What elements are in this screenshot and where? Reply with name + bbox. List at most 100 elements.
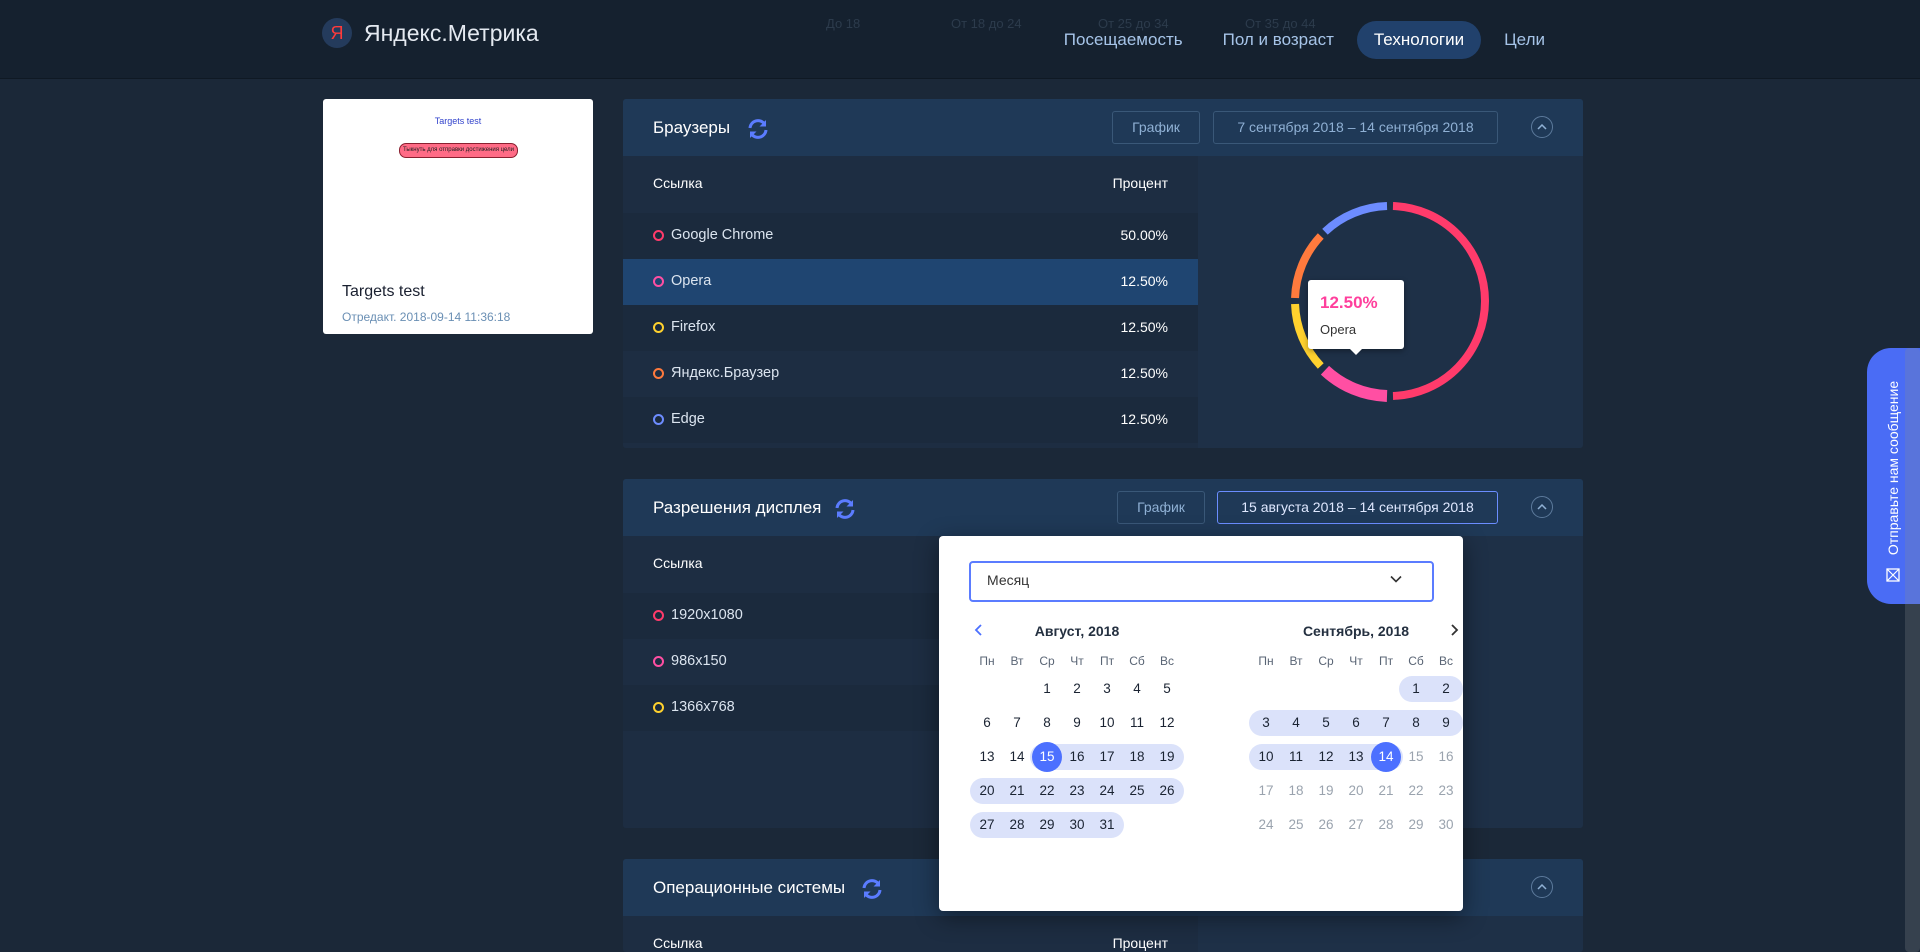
- panel-header: Браузеры График 7 сентября 2018 – 14 сен…: [623, 99, 1583, 156]
- calendar-day[interactable]: 9: [1431, 710, 1461, 736]
- calendar-day[interactable]: 7: [1371, 710, 1401, 736]
- logo[interactable]: Я Яндекс.Метрика: [322, 18, 539, 48]
- calendar-day[interactable]: 21: [1002, 778, 1032, 804]
- calendar-day[interactable]: 16: [1431, 744, 1461, 770]
- calendar-day[interactable]: 6: [972, 710, 1002, 736]
- calendar-day[interactable]: 20: [1341, 778, 1371, 804]
- calendar-day[interactable]: 8: [1032, 710, 1062, 736]
- table-row[interactable]: Яндекс.Браузер 12.50%: [623, 351, 1198, 397]
- calendar-day[interactable]: 23: [1431, 778, 1461, 804]
- calendar-day[interactable]: 28: [1002, 812, 1032, 838]
- graph-button[interactable]: График: [1112, 111, 1200, 144]
- calendar-day[interactable]: 3: [1092, 676, 1122, 702]
- calendar-day[interactable]: 10: [1092, 710, 1122, 736]
- series-dot-icon: [653, 322, 664, 333]
- calendar-day[interactable]: 18: [1281, 778, 1311, 804]
- calendar-day[interactable]: 31: [1092, 812, 1122, 838]
- chevron-up-icon[interactable]: [1531, 116, 1553, 138]
- series-dot-icon: [653, 230, 664, 241]
- calendar-day[interactable]: 8: [1401, 710, 1431, 736]
- table-row[interactable]: Firefox 12.50%: [623, 305, 1198, 351]
- calendar-day[interactable]: 17: [1092, 744, 1122, 770]
- card-edited-date: Отредакт. 2018-09-14 11:36:18: [342, 310, 511, 324]
- yandex-logo-icon: Я: [322, 18, 352, 48]
- calendar-day[interactable]: 16: [1062, 744, 1092, 770]
- table-row[interactable]: Opera 12.50%: [623, 259, 1198, 305]
- calendar-day[interactable]: 9: [1062, 710, 1092, 736]
- counter-card[interactable]: Targets test Тыкнуть для отправки достиж…: [323, 99, 593, 334]
- calendar-day[interactable]: 15: [1032, 742, 1062, 772]
- chevron-up-icon[interactable]: [1531, 496, 1553, 518]
- thumbnail-button: Тыкнуть для отправки достижения цели: [399, 143, 518, 158]
- page-scrollbar[interactable]: [1905, 348, 1920, 952]
- calendar-day[interactable]: 5: [1311, 710, 1341, 736]
- calendar-day[interactable]: 27: [1341, 812, 1371, 838]
- calendar-month-title: Сентябрь, 2018: [1302, 623, 1410, 639]
- calendar-day[interactable]: 6: [1341, 710, 1371, 736]
- table-row[interactable]: Edge 12.50%: [623, 397, 1198, 443]
- calendar-day[interactable]: 25: [1122, 778, 1152, 804]
- calendar-day[interactable]: 28: [1371, 812, 1401, 838]
- date-range-button[interactable]: 7 сентября 2018 – 14 сентября 2018: [1213, 111, 1498, 144]
- period-select[interactable]: Месяц: [969, 561, 1434, 602]
- calendar-day[interactable]: 27: [972, 812, 1002, 838]
- table-row[interactable]: Google Chrome 50.00%: [623, 213, 1198, 259]
- refresh-icon[interactable]: [833, 497, 857, 521]
- column-header-percent: Процент: [1112, 935, 1168, 951]
- calendar-day[interactable]: 10: [1251, 744, 1281, 770]
- date-range-button[interactable]: 15 августа 2018 – 14 сентября 2018: [1217, 491, 1498, 524]
- calendar-day[interactable]: 13: [1341, 744, 1371, 770]
- calendar-day[interactable]: 22: [1032, 778, 1062, 804]
- calendar-day[interactable]: 24: [1251, 812, 1281, 838]
- logo-text: Яндекс.Метрика: [364, 19, 539, 46]
- calendar-day[interactable]: 26: [1311, 812, 1341, 838]
- calendar-day[interactable]: 12: [1152, 710, 1182, 736]
- calendar-day[interactable]: 20: [972, 778, 1002, 804]
- donut-slice[interactable]: [1320, 365, 1388, 402]
- calendar-day[interactable]: 18: [1122, 744, 1152, 770]
- calendar-day[interactable]: 21: [1371, 778, 1401, 804]
- calendar-day[interactable]: 3: [1251, 710, 1281, 736]
- calendar-day[interactable]: 2: [1062, 676, 1092, 702]
- refresh-icon[interactable]: [860, 877, 884, 901]
- row-label: 986x150: [671, 653, 727, 669]
- calendar-day[interactable]: 4: [1281, 710, 1311, 736]
- calendar-day[interactable]: 5: [1152, 676, 1182, 702]
- donut-slice[interactable]: [1322, 202, 1388, 235]
- calendar-day[interactable]: 22: [1401, 778, 1431, 804]
- calendar-day[interactable]: 26: [1152, 778, 1182, 804]
- nav-item-demographics[interactable]: Пол и возраст: [1206, 21, 1351, 59]
- nav-item-goals[interactable]: Цели: [1487, 21, 1562, 59]
- refresh-icon[interactable]: [746, 117, 770, 141]
- calendar-day[interactable]: 7: [1002, 710, 1032, 736]
- weekday-label: Сб: [1408, 654, 1424, 668]
- calendar-day[interactable]: 1: [1032, 676, 1062, 702]
- calendar-day[interactable]: 19: [1152, 744, 1182, 770]
- calendar-day[interactable]: 23: [1062, 778, 1092, 804]
- calendar-day[interactable]: 12: [1311, 744, 1341, 770]
- calendar-day[interactable]: 11: [1122, 710, 1152, 736]
- calendar-day[interactable]: 11: [1281, 744, 1311, 770]
- calendar-day[interactable]: 14: [1002, 744, 1032, 770]
- calendar-day[interactable]: 4: [1122, 676, 1152, 702]
- calendar-day[interactable]: 29: [1401, 812, 1431, 838]
- nav-item-technologies[interactable]: Технологии: [1356, 21, 1482, 59]
- mail-icon: [1886, 568, 1900, 582]
- calendar-day[interactable]: 30: [1062, 812, 1092, 838]
- donut-slice[interactable]: [1392, 202, 1489, 400]
- calendar-day[interactable]: 1: [1401, 676, 1431, 702]
- chevron-up-icon[interactable]: [1531, 876, 1553, 898]
- calendar-day[interactable]: 19: [1311, 778, 1341, 804]
- calendar-day[interactable]: 17: [1251, 778, 1281, 804]
- calendar-day[interactable]: 15: [1401, 744, 1431, 770]
- calendar-day[interactable]: 25: [1281, 812, 1311, 838]
- calendar-day[interactable]: 2: [1431, 676, 1461, 702]
- calendar-day[interactable]: 29: [1032, 812, 1062, 838]
- calendar-day[interactable]: 13: [972, 744, 1002, 770]
- calendar-day[interactable]: 14: [1371, 742, 1401, 772]
- nav-item-traffic[interactable]: Посещаемость: [1047, 21, 1200, 59]
- calendar-day[interactable]: 24: [1092, 778, 1122, 804]
- graph-button[interactable]: График: [1117, 491, 1205, 524]
- weekday-label: Вс: [1159, 654, 1174, 668]
- calendar-day[interactable]: 30: [1431, 812, 1461, 838]
